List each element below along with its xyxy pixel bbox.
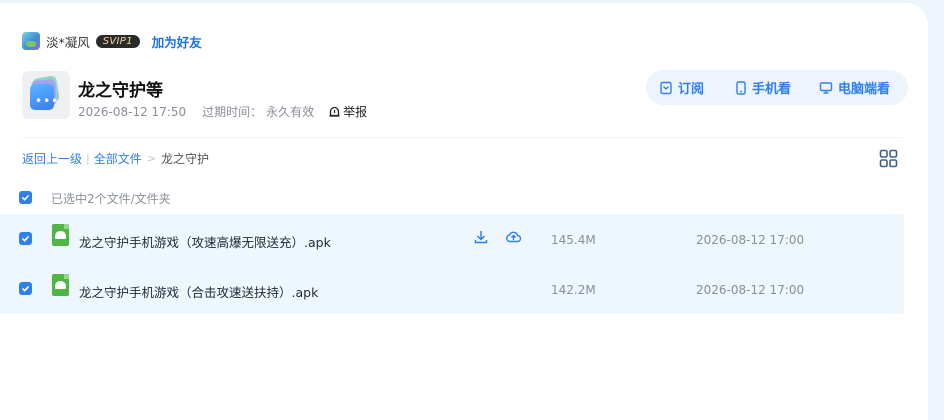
desktop-view-label: 电脑端看 — [838, 82, 891, 97]
selection-status: 已选中2个文件/文件夹 — [51, 192, 171, 206]
mobile-view-label: 手机看 — [752, 82, 792, 97]
check-icon — [21, 194, 30, 201]
created-time: 2026-08-12 17:50 — [78, 104, 187, 119]
file-size: 145.4M — [551, 233, 596, 247]
back-link[interactable]: 返回上一级 — [22, 150, 82, 167]
file-name[interactable]: 龙之守护手机游戏（合击攻速送扶持）.apk — [79, 282, 318, 301]
report-button[interactable]: 举报 — [328, 103, 367, 120]
file-row[interactable]: 龙之守护手机游戏（合击攻速送扶持）.apk 142.2M 2026-08-12 … — [0, 264, 904, 314]
share-actions: 订阅 手机看 电脑端看 — [646, 70, 908, 105]
file-row[interactable]: 龙之守护手机游戏（攻速高爆无限送充）.apk 145.4M 2026-08-12… — [0, 214, 904, 264]
file-checkbox[interactable] — [19, 282, 32, 295]
share-card: 淡*凝风 SVIP1 加为好友 ••• 龙之守护等 2026-08-12 17:… — [0, 3, 928, 420]
monitor-icon — [819, 81, 833, 94]
check-icon — [21, 235, 30, 242]
report-icon — [329, 106, 340, 117]
phone-icon — [736, 80, 746, 95]
file-checkbox[interactable] — [19, 232, 32, 245]
subscribe-button[interactable]: 订阅 — [659, 78, 735, 97]
breadcrumb: 返回上一级 | 全部文件 > 龙之守护 — [22, 150, 209, 167]
apk-file-icon — [52, 274, 69, 296]
grid-view-icon — [879, 149, 898, 168]
folder-share-icon: ••• — [22, 71, 70, 119]
breadcrumb-bar: | — [86, 152, 90, 165]
expire-label: 过期时间： — [202, 105, 263, 119]
save-to-cloud-button[interactable] — [505, 229, 522, 249]
check-icon — [21, 285, 30, 292]
download-icon — [474, 231, 488, 244]
apk-file-icon — [52, 224, 69, 246]
file-date: 2026-08-12 17:00 — [696, 283, 805, 297]
grid-view-toggle[interactable] — [879, 149, 898, 172]
breadcrumb-separator: > — [146, 152, 156, 165]
report-label: 举报 — [343, 105, 368, 119]
share-title: 龙之守护等 — [78, 81, 163, 101]
file-size: 142.2M — [551, 283, 596, 297]
current-folder: 龙之守护 — [160, 152, 209, 166]
add-friend-link[interactable]: 加为好友 — [152, 32, 202, 51]
sharer-info: 淡*凝风 SVIP1 加为好友 — [22, 31, 202, 51]
subscribe-icon — [660, 81, 672, 94]
share-meta: 2026-08-12 17:50 过期时间： 永久有效 举报 — [78, 103, 367, 120]
expire-value: 永久有效 — [266, 105, 315, 119]
vip-badge: SVIP1 — [95, 34, 140, 48]
download-button[interactable] — [473, 229, 489, 249]
avatar[interactable] — [22, 32, 40, 50]
mobile-view-button[interactable]: 手机看 — [735, 78, 819, 97]
subscribe-label: 订阅 — [678, 82, 705, 97]
file-name[interactable]: 龙之守护手机游戏（攻速高爆无限送充）.apk — [79, 232, 331, 251]
all-files-link[interactable]: 全部文件 — [94, 150, 142, 167]
sharer-name: 淡*凝风 — [46, 34, 90, 50]
cloud-save-icon — [506, 231, 522, 243]
desktop-view-button[interactable]: 电脑端看 — [819, 78, 890, 97]
file-date: 2026-08-12 17:00 — [696, 233, 805, 247]
header-divider — [22, 137, 902, 138]
select-all-checkbox[interactable] — [19, 191, 32, 204]
